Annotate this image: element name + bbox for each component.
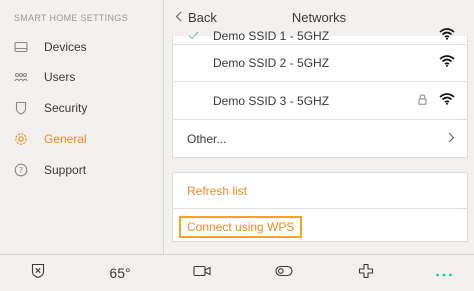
main-panel: Back Networks Demo SSID 1 - 5GHZ Demo SS… [164,0,474,254]
switch-button[interactable] [270,255,298,291]
sidebar: SMART HOME SETTINGS Devices Users Securi… [0,0,163,254]
network-row[interactable]: Demo SSID 1 - 5GHZ [173,28,467,45]
sidebar-item-general[interactable]: General [0,127,163,151]
other-network-row[interactable]: Other... [173,120,467,157]
thermostat-button[interactable]: 65° [100,255,140,291]
actions-card: Refresh list Connect using WPS [172,172,468,242]
camera-button[interactable] [188,255,216,291]
sidebar-item-label: Devices [44,40,87,54]
temperature-readout: 65° [109,265,131,281]
switch-icon [275,264,293,282]
lock-icon [418,92,427,110]
camera-icon [193,264,211,282]
help-icon: ? [14,163,28,177]
more-button[interactable] [430,255,458,291]
sidebar-item-label: Support [44,163,87,177]
sidebar-item-support[interactable]: ? Support [0,158,163,182]
sidebar-item-label: General [44,132,87,146]
wifi-icon [439,27,455,45]
security-status-button[interactable] [24,255,52,291]
connect-wps-button[interactable]: Connect using WPS [179,216,303,238]
sidebar-item-label: Security [44,101,88,115]
network-list: Demo SSID 1 - 5GHZ Demo SSID 2 - 5GHZ De… [172,28,468,158]
svg-text:?: ? [19,166,23,175]
chevron-right-icon [448,130,455,148]
other-network-label: Other... [187,131,227,146]
divider [173,208,467,209]
shield-icon [14,101,28,115]
plus-icon [358,263,374,284]
network-ssid: Demo SSID 1 - 5GHZ [213,29,330,43]
check-icon [188,27,199,45]
devices-icon [14,40,28,54]
more-dots-icon [435,264,453,282]
shield-x-icon [31,263,45,284]
sidebar-title: SMART HOME SETTINGS [14,13,128,23]
refresh-list-button[interactable]: Refresh list [187,184,247,198]
wifi-icon [439,54,455,72]
sidebar-item-security[interactable]: Security [0,96,163,120]
network-ssid: Demo SSID 2 - 5GHZ [213,56,330,70]
sidebar-item-users[interactable]: Users [0,65,163,89]
users-icon [14,70,28,84]
page-title: Networks [291,10,347,25]
network-ssid: Demo SSID 3 - 5GHZ [213,93,330,108]
network-row[interactable]: Demo SSID 3 - 5GHZ [173,82,467,120]
bottom-bar: 65° [0,254,474,291]
sidebar-item-devices[interactable]: Devices [0,35,163,59]
network-row[interactable]: Demo SSID 2 - 5GHZ [173,45,467,82]
gear-icon [14,132,28,146]
sidebar-item-label: Users [44,70,76,84]
wifi-icon [439,92,455,110]
add-button[interactable] [352,255,380,291]
